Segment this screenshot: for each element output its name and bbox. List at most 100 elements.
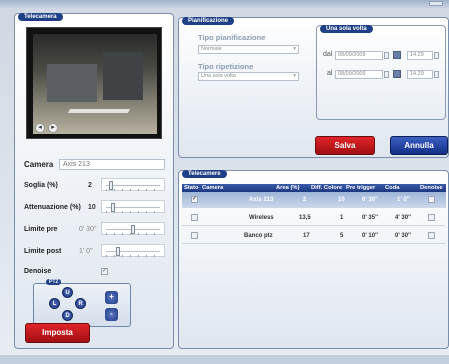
calendar-icon[interactable] [393,70,401,78]
limite-pre-slider[interactable] [101,222,165,235]
denoise-label: Denoise [24,268,52,275]
imposta-button[interactable]: Imposta [25,323,90,343]
camera-video-feed: ◂ ▸ [26,27,162,139]
row-area: 2 [303,197,307,203]
salva-button[interactable]: Salva [315,136,375,155]
dal-time-spinner[interactable] [434,52,439,59]
select-value: Una sola volta [201,73,236,79]
col-denoise[interactable]: Denoise [420,185,443,191]
chevron-down-icon: ▾ [293,46,296,52]
camera-label: Camera [24,160,54,169]
row-diff: 10 [338,197,345,203]
al-date-field[interactable]: 08/09/2009 [335,70,383,79]
scene-machine [103,52,143,100]
scene-machine [47,64,97,102]
top-bar [0,0,449,8]
tipo-pianificazione-label: Tipo pianificazione [198,33,266,42]
row-coda: 0' 30'' [395,233,411,239]
video-frame [33,34,157,134]
slider-thumb[interactable] [111,203,115,212]
window-control-button[interactable] [429,1,443,6]
slider-ticks [106,255,160,257]
al-time-spinner[interactable] [434,71,439,78]
limite-post-slider[interactable] [101,244,165,257]
chevron-down-icon: ▾ [293,73,296,79]
slider-track [106,185,160,186]
tipo-ripetizione-label: Tipo ripetizione [198,62,254,71]
scene-floor-stripe [67,109,131,113]
slider-thumb[interactable] [108,181,113,190]
limite-pre-value: 0' 30'' [79,226,97,233]
row-area: 17 [303,233,310,239]
soglia-label: Soglia (%) [24,182,58,189]
row-status-checkbox[interactable] [191,214,198,221]
panel-title: Pianificazione [182,17,235,25]
table-row[interactable]: Wireless 13,5 1 0' 35'' 4' 30'' [182,210,446,226]
once-panel-title: Una sola volta [320,25,373,33]
ptz-up-button[interactable]: U [62,287,73,298]
slider-track [106,251,160,252]
zoom-in-button[interactable]: + [105,291,118,304]
table-row[interactable]: Banco ptz 17 5 0' 10'' 0' 30'' [182,228,446,244]
ptz-right-button[interactable]: R [75,298,86,309]
denoise-checkbox[interactable]: ✓ [101,268,108,275]
slider-thumb[interactable] [131,225,135,234]
row-denoise-checkbox[interactable] [428,232,435,239]
table-row[interactable]: ✓ Axis 213 2 10 0' 30'' 1' 0'' [182,192,446,208]
row-pre-trigger: 0' 30'' [362,197,378,203]
zoom-out-button[interactable]: - [105,308,118,321]
col-diff-colore[interactable]: Diff. Colore [311,185,342,191]
camera-panel: Telecamera ◂ ▸ Camera Axis 213 Soglia (%… [14,13,174,349]
col-area[interactable]: Area (%) [276,185,300,191]
col-camera[interactable]: Camera [202,185,223,191]
row-diff: 5 [340,233,344,239]
limite-post-label: Limite post [24,248,62,255]
limite-pre-label: Limite pre [24,226,58,233]
row-denoise-checkbox[interactable] [428,196,435,203]
calendar-icon[interactable] [393,51,401,59]
al-label: al [327,70,333,77]
row-area: 13,5 [299,215,311,221]
row-status-checkbox[interactable]: ✓ [191,196,198,203]
panel-title: Telecamere [182,170,227,178]
select-value: Normale [201,46,222,52]
row-status-checkbox[interactable] [191,232,198,239]
tipo-ripetizione-select[interactable]: Una sola volta ▾ [198,72,299,81]
ptz-down-button[interactable]: D [62,310,73,321]
row-diff: 1 [340,215,344,221]
row-pre-trigger: 0' 35'' [362,215,378,221]
bottom-bar [0,355,449,364]
col-stato[interactable]: Stato [184,185,199,191]
dal-date-field[interactable]: 08/09/2009 [335,51,383,60]
row-camera: Axis 213 [249,197,274,203]
dal-date-spinner[interactable] [384,52,389,59]
limite-post-value: 1' 0'' [79,248,93,255]
cameras-table-panel: Telecamere Stato Camera Area (%) Diff. C… [178,170,449,349]
ptz-control-group: PTZ U L R D + - [33,279,131,327]
row-camera: Banco ptz [244,233,273,239]
row-denoise-checkbox[interactable] [428,214,435,221]
soglia-slider[interactable] [101,178,165,191]
row-coda: 1' 0'' [397,197,410,203]
attenuazione-label: Attenuazione (%) [24,204,81,211]
col-coda[interactable]: Coda [385,185,400,191]
annulla-button[interactable]: Annulla [390,136,448,155]
attenuazione-slider[interactable] [101,200,165,213]
camera-name-field[interactable]: Axis 213 [59,159,165,170]
table-header: Stato Camera Area (%) Diff. Colore Pre t… [182,184,446,192]
attenuazione-value: 10 [88,204,96,211]
dal-time-field[interactable]: 14.29 [407,51,433,60]
row-coda: 4' 30'' [395,215,411,221]
slider-thumb[interactable] [116,247,120,256]
al-time-field[interactable]: 14.29 [407,70,433,79]
play-icon[interactable]: ▸ [48,123,58,133]
rewind-icon[interactable]: ◂ [35,123,45,133]
row-camera: Wireless [249,215,274,221]
tipo-pianificazione-select[interactable]: Normale ▾ [198,45,299,54]
dal-label: dal [323,51,333,58]
col-pre-trigger[interactable]: Pre trigger [346,185,375,191]
panel-title: Telecamera [18,13,63,21]
al-date-spinner[interactable] [384,71,389,78]
ptz-left-button[interactable]: L [49,298,60,309]
once-panel: Una sola volta dal 08/09/2009 14.29 al 0… [316,25,446,120]
